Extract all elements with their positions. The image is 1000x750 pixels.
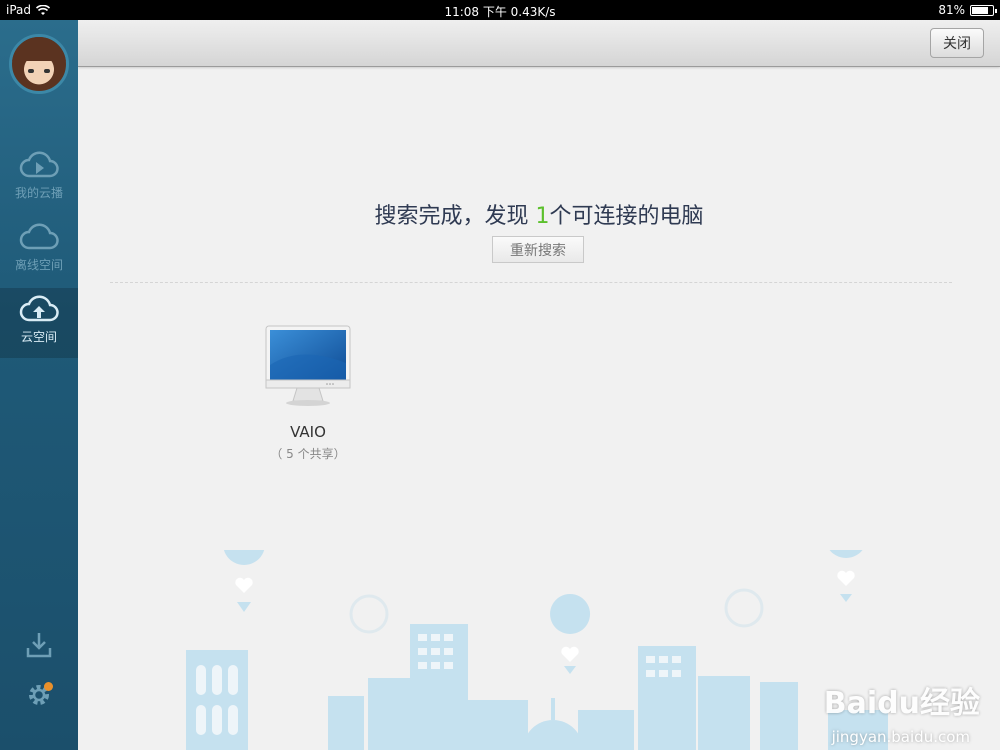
settings-button[interactable] bbox=[24, 680, 58, 714]
sidebar-item-offline[interactable]: 离线空间 bbox=[0, 222, 78, 292]
watermark-url: jingyan.baidu.com bbox=[831, 728, 970, 746]
result-suffix: 个可连接的电脑 bbox=[549, 204, 704, 229]
device-shares: （ 5 个共享） bbox=[270, 447, 346, 461]
battery-icon bbox=[970, 4, 997, 16]
search-result-message: 搜索完成，发现 1个可连接的电脑 bbox=[78, 198, 1000, 230]
device-item[interactable]: VAIO （ 5 个共享） bbox=[258, 325, 358, 462]
sidebar-item-label: 云空间 bbox=[20, 330, 57, 344]
close-button[interactable]: 关闭 bbox=[930, 28, 984, 58]
device-name: VAIO bbox=[290, 423, 326, 441]
status-bar: iPad 11:08 下午 0.43K/s 81% bbox=[0, 0, 1000, 20]
cloud-upload-icon bbox=[19, 295, 59, 322]
sidebar-item-label: 离线空间 bbox=[14, 258, 63, 272]
main-panel: 关闭 搜索完成，发现 1个可连接的电脑 重新搜索 VAIO （ 5 个共享） B… bbox=[78, 20, 1000, 750]
battery-percent: 81% bbox=[938, 3, 965, 17]
result-prefix: 搜索完成，发现 bbox=[374, 204, 529, 229]
watermark-logo: Baidu经验 bbox=[823, 686, 980, 721]
sidebar-item-cloud-play[interactable]: 我的云播 bbox=[0, 150, 78, 220]
notification-badge bbox=[44, 682, 53, 691]
top-toolbar: 关闭 bbox=[78, 20, 1000, 67]
avatar[interactable] bbox=[9, 34, 69, 94]
divider bbox=[110, 282, 952, 283]
cloud-icon bbox=[19, 223, 59, 250]
result-count: 1 bbox=[535, 204, 550, 229]
research-button[interactable]: 重新搜索 bbox=[492, 236, 584, 263]
download-icon[interactable] bbox=[24, 630, 54, 660]
monitor-icon bbox=[265, 325, 351, 406]
play-cloud-icon bbox=[19, 151, 59, 178]
sidebar-item-label: 我的云播 bbox=[14, 186, 63, 200]
sidebar-item-cloud-space[interactable]: 云空间 bbox=[0, 288, 78, 358]
sidebar: 我的云播 离线空间 云空间 bbox=[0, 20, 78, 750]
status-time: 11:08 下午 0.43K/s bbox=[444, 5, 556, 19]
